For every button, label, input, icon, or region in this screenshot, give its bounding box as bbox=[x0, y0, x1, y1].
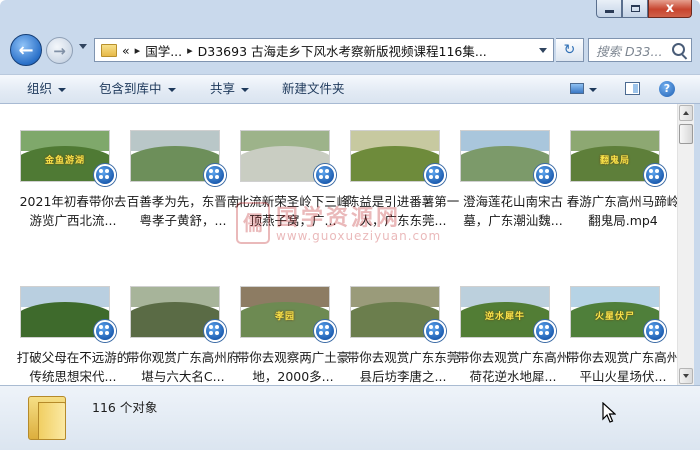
thumbnail-caption: 火星伏尸 bbox=[594, 312, 635, 322]
watermark-logo: 儒 bbox=[236, 202, 270, 244]
new-folder-label: 新建文件夹 bbox=[282, 81, 345, 96]
close-icon: x bbox=[665, 1, 675, 16]
media-player-icon bbox=[424, 164, 446, 186]
share-label: 共享 bbox=[210, 81, 236, 96]
command-bar: 组织 包含到库中 共享 新建文件夹 ? bbox=[0, 74, 700, 104]
details-pane: 116 个对象 bbox=[0, 385, 700, 450]
media-player-icon bbox=[314, 320, 336, 342]
search-icon[interactable] bbox=[672, 43, 685, 56]
file-name: 带你去观察两广土豪地，2000多... bbox=[236, 350, 350, 384]
include-in-library-menu[interactable]: 包含到库中 bbox=[99, 75, 176, 103]
media-player-icon bbox=[314, 164, 336, 186]
file-name: 带你去观赏广东东莞县后坊李唐之... bbox=[346, 350, 460, 384]
back-button[interactable]: ← bbox=[10, 34, 42, 66]
item-count: 116 个对象 bbox=[92, 400, 158, 415]
new-folder-button[interactable]: 新建文件夹 bbox=[282, 75, 345, 103]
breadcrumb-item-current-folder[interactable]: D33693 古海走乡下风水考察新版视频课程116集... bbox=[198, 41, 487, 60]
search-box[interactable]: 搜索 D33... bbox=[588, 38, 692, 62]
media-player-icon bbox=[424, 320, 446, 342]
scrollbar-thumb[interactable] bbox=[679, 124, 693, 144]
back-arrow-icon: ← bbox=[18, 39, 34, 61]
refresh-icon: ↻ bbox=[563, 42, 576, 58]
thumbnail-caption: 翻鬼局 bbox=[599, 156, 630, 166]
address-overflow-chevron[interactable]: « bbox=[122, 43, 130, 58]
media-player-icon bbox=[644, 320, 666, 342]
view-options-dropdown[interactable] bbox=[589, 88, 597, 92]
file-name: 带你去观赏广东高州平山火星场伏... bbox=[566, 350, 677, 384]
organize-menu[interactable]: 组织 bbox=[27, 75, 67, 103]
media-player-icon bbox=[534, 164, 556, 186]
mouse-cursor-icon bbox=[602, 402, 616, 423]
media-player-icon bbox=[204, 164, 226, 186]
file-name: 春游广东高州马蹄岭翻鬼局.mp4 bbox=[566, 194, 677, 228]
organize-label: 组织 bbox=[27, 81, 53, 96]
recent-pages-dropdown[interactable] bbox=[79, 44, 87, 49]
media-player-icon bbox=[534, 320, 556, 342]
thumbnail-caption: 金鱼游湖 bbox=[44, 156, 85, 166]
caption-buttons: x bbox=[596, 0, 692, 20]
close-button[interactable]: x bbox=[648, 0, 692, 18]
file-name: 2021年初春带你去游览广西北流... bbox=[19, 194, 127, 228]
help-icon[interactable]: ? bbox=[659, 81, 675, 97]
chevron-down-icon bbox=[58, 87, 67, 92]
preview-pane-icon[interactable] bbox=[625, 82, 640, 95]
media-player-icon bbox=[644, 164, 666, 186]
media-player-icon bbox=[94, 164, 116, 186]
file-name: 百善孝为先，东晋南粤孝子黄舒，... bbox=[126, 194, 240, 228]
breadcrumb-item-guoxue[interactable]: 国学... bbox=[145, 41, 182, 60]
change-view-icon[interactable] bbox=[570, 83, 584, 94]
navigation-bar: ← → « ▸ 国学... ▸ D33693 古海走乡下风水考察新版视频课程11… bbox=[0, 30, 700, 70]
address-dropdown-icon[interactable] bbox=[539, 48, 547, 53]
file-name: 带你观赏广东高州府堪与六大名C... bbox=[126, 350, 240, 384]
file-name: 带你去观赏广东高州荷花逆水地犀... bbox=[456, 350, 570, 384]
minimize-button[interactable] bbox=[596, 0, 622, 18]
include-in-library-label: 包含到库中 bbox=[99, 81, 162, 96]
watermark-text: 国学资源网 bbox=[276, 206, 402, 231]
file-name: 打破父母在不远游的传统思想宋代... bbox=[16, 350, 130, 384]
search-input[interactable]: 搜索 D33... bbox=[596, 41, 668, 60]
forward-button[interactable]: → bbox=[46, 37, 73, 64]
breadcrumb-separator-icon: ▸ bbox=[187, 43, 193, 57]
watermark: 儒 国学资源网 www.guoxueziyuan.com bbox=[236, 198, 486, 248]
media-player-icon bbox=[204, 320, 226, 342]
scroll-up-button[interactable] bbox=[679, 105, 693, 121]
refresh-button[interactable]: ↻ bbox=[556, 38, 584, 62]
scroll-down-button[interactable] bbox=[679, 368, 693, 384]
maximize-icon bbox=[630, 5, 640, 12]
folder-icon bbox=[28, 396, 66, 440]
breadcrumb-separator-icon: ▸ bbox=[134, 43, 141, 57]
media-player-icon bbox=[94, 320, 116, 342]
chevron-down-icon bbox=[241, 87, 250, 92]
chevron-down-icon bbox=[167, 87, 176, 92]
forward-arrow-icon: → bbox=[53, 41, 66, 60]
minimize-icon bbox=[604, 10, 614, 13]
watermark-url: www.guoxueziyuan.com bbox=[276, 229, 442, 243]
thumbnail-caption: 孝园 bbox=[274, 312, 295, 322]
explorer-window: x ← → « ▸ 国学... ▸ D33693 古海走乡下风水考察新版视频课程… bbox=[0, 0, 700, 450]
share-menu[interactable]: 共享 bbox=[210, 75, 250, 103]
vertical-scrollbar[interactable] bbox=[677, 104, 694, 385]
maximize-button[interactable] bbox=[622, 0, 648, 18]
folder-icon bbox=[101, 43, 117, 57]
address-bar[interactable]: « ▸ 国学... ▸ D33693 古海走乡下风水考察新版视频课程116集..… bbox=[94, 38, 554, 62]
thumbnail-caption: 逆水犀牛 bbox=[484, 312, 525, 322]
